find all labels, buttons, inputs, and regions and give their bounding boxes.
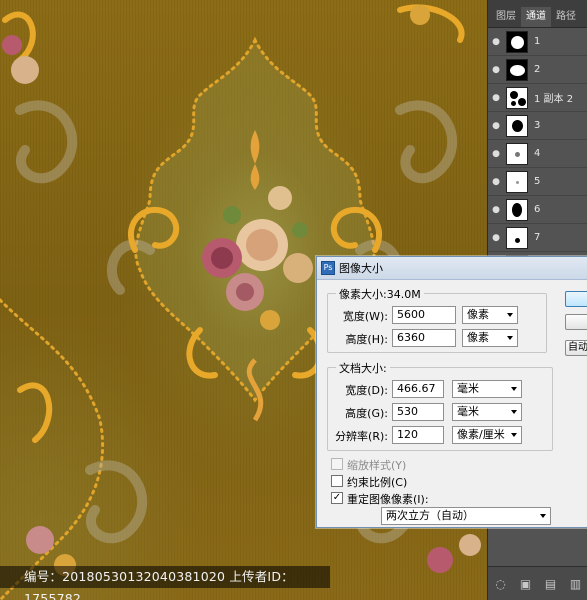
tab-channels[interactable]: 通道 [521, 7, 551, 27]
tab-layers[interactable]: 图层 [491, 7, 521, 27]
photoshop-icon: Ps [321, 261, 335, 275]
channel-row[interactable]: ● 3 [488, 112, 587, 140]
pixel-dimensions-label: 像素大小:34.0M [336, 286, 424, 302]
chevron-down-icon [507, 336, 513, 340]
eye-icon[interactable]: ● [488, 121, 504, 131]
channel-row[interactable]: ● 7 [488, 224, 587, 252]
eye-icon[interactable]: ● [488, 93, 504, 103]
new-channel-icon[interactable]: ▤ [544, 577, 558, 591]
channel-row[interactable]: ● 5 [488, 168, 587, 196]
resample-method-value: 两次立方（自动） [386, 509, 474, 522]
eye-icon[interactable]: ● [488, 37, 504, 47]
resolution-unit: 像素/厘米 [457, 428, 505, 441]
ok-button[interactable] [565, 291, 587, 307]
pixel-width-label: 宽度(W): [342, 310, 388, 323]
channel-row[interactable]: ● 1 [488, 28, 587, 56]
resample-method-select[interactable]: 两次立方（自动） [381, 507, 551, 525]
channel-label: 1 [534, 36, 541, 47]
pixel-width-unit-select[interactable]: 像素 [462, 306, 518, 324]
channel-thumbnail [506, 114, 528, 137]
auto-button[interactable]: 自动 [565, 340, 587, 356]
cancel-button[interactable] [565, 314, 587, 330]
scale-styles-label: 缩放样式(Y) [347, 459, 407, 472]
chevron-down-icon [511, 410, 517, 414]
channel-thumbnail [506, 58, 528, 81]
doc-width-label: 宽度(D): [345, 384, 388, 397]
channel-thumbnail [506, 142, 528, 165]
resolution-label: 分辨率(R): [335, 430, 388, 443]
doc-width-unit: 毫米 [457, 382, 479, 395]
channel-label: 7 [534, 232, 541, 243]
pixel-height-input[interactable]: 6360 [392, 329, 456, 347]
pixel-height-unit-select[interactable]: 像素 [462, 329, 518, 347]
panel-tab-bar: 图层 通道 路径 [488, 0, 587, 28]
channel-thumbnail [506, 198, 528, 221]
chevron-down-icon [511, 387, 517, 391]
doc-width-input[interactable]: 466.67 [392, 380, 444, 398]
constrain-proportions-label: 约束比例(C) [347, 476, 408, 489]
channel-thumbnail [506, 30, 528, 53]
save-selection-icon[interactable]: ▣ [519, 577, 533, 591]
channel-row[interactable]: ● 2 [488, 56, 587, 84]
doc-height-unit-select[interactable]: 毫米 [452, 403, 522, 421]
pixel-width-input[interactable]: 5600 [392, 306, 456, 324]
scale-styles-checkbox[interactable] [331, 458, 343, 470]
image-size-dialog: Ps 图像大小 像素大小:34.0M 宽度(W): 5600 像素 高度(H):… [316, 256, 587, 528]
dialog-title: 图像大小 [339, 262, 383, 275]
pixel-width-unit: 像素 [467, 308, 489, 321]
tab-paths[interactable]: 路径 [551, 7, 581, 27]
trash-icon[interactable]: ▥ [569, 577, 583, 591]
channel-label: 5 [534, 176, 541, 187]
resample-image-checkbox[interactable]: ✓ [331, 492, 343, 504]
resolution-input[interactable]: 120 [392, 426, 444, 444]
watermark-caption: 编号：20180530132040381020 上传者ID：1755782 [0, 566, 330, 600]
eye-icon[interactable]: ● [488, 149, 504, 159]
document-size-label: 文档大小: [336, 360, 390, 376]
eye-icon[interactable]: ● [488, 205, 504, 215]
resample-image-label: 重定图像像素(I): [347, 493, 429, 506]
resolution-unit-select[interactable]: 像素/厘米 [452, 426, 522, 444]
channel-thumbnail [506, 170, 528, 193]
load-selection-icon[interactable]: ◌ [494, 577, 508, 591]
constrain-proportions-checkbox[interactable] [331, 475, 343, 487]
channel-label: 6 [534, 204, 541, 215]
doc-height-input[interactable]: 530 [392, 403, 444, 421]
channel-thumbnail [506, 86, 528, 109]
chevron-down-icon [540, 514, 546, 518]
pixel-height-unit: 像素 [467, 331, 489, 344]
channel-row[interactable]: ● 1 副本 2 [488, 84, 587, 112]
panel-footer: ◌ ▣ ▤ ▥ [488, 566, 587, 600]
doc-height-label: 高度(G): [345, 407, 388, 420]
dialog-titlebar[interactable]: Ps 图像大小 [317, 257, 587, 280]
pixel-dimensions-group: 像素大小:34.0M 宽度(W): 5600 像素 高度(H): 6360 像素 [327, 286, 547, 353]
channel-row[interactable]: ● 4 [488, 140, 587, 168]
doc-width-unit-select[interactable]: 毫米 [452, 380, 522, 398]
eye-icon[interactable]: ● [488, 233, 504, 243]
channel-row[interactable]: ● 6 [488, 196, 587, 224]
doc-height-unit: 毫米 [457, 405, 479, 418]
pixel-height-label: 高度(H): [345, 333, 388, 346]
eye-icon[interactable]: ● [488, 177, 504, 187]
chevron-down-icon [507, 313, 513, 317]
channel-label: 3 [534, 120, 541, 131]
channel-label: 2 [534, 64, 541, 75]
chevron-down-icon [511, 433, 517, 437]
eye-icon[interactable]: ● [488, 65, 504, 75]
channel-thumbnail [506, 226, 528, 249]
channel-label: 1 副本 2 [534, 94, 574, 105]
document-size-group: 文档大小: 宽度(D): 466.67 毫米 高度(G): 530 毫米 分辨率… [327, 360, 553, 451]
channel-label: 4 [534, 148, 541, 159]
